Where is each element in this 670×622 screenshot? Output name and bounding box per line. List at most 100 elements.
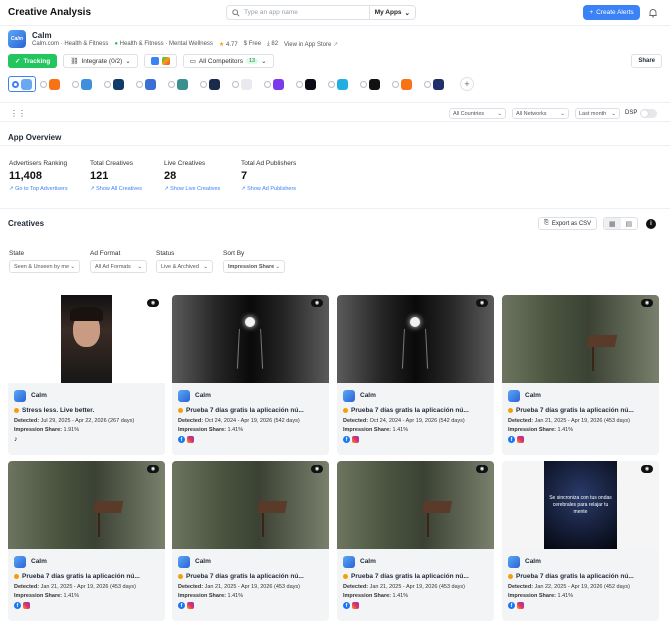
sliders-icon[interactable]: ⋮⋮ (10, 109, 26, 118)
competitor-item[interactable] (104, 76, 132, 92)
check-icon: ✓ (15, 58, 21, 65)
stat-link[interactable]: ↗ Show All Creatives (90, 186, 142, 192)
grid-view-icon[interactable]: ▦ (604, 218, 621, 229)
competitor-item[interactable] (136, 76, 164, 92)
competitor-item[interactable] (264, 76, 292, 92)
link-icon: ⛓ (70, 58, 79, 65)
store-link-label: View in App Store (284, 42, 332, 48)
tracking-button[interactable]: ✓ Tracking (8, 54, 58, 68)
creative-app-name: Calm (31, 392, 47, 399)
share-value: 1.41% (392, 427, 409, 433)
competitor-item[interactable] (232, 76, 260, 92)
creative-thumbnail[interactable]: ◉ (502, 295, 659, 383)
competitor-item[interactable] (8, 76, 36, 92)
radio-icon (168, 80, 175, 88)
creative-title: Prueba 7 días gratis la aplicación nú... (178, 573, 323, 580)
app-search[interactable]: Type an app name My Apps ⌄ (226, 5, 416, 20)
creative-card[interactable]: ◉ Calm Prueba 7 días gratis la aplicación … (8, 461, 165, 621)
competitor-app-icon (241, 78, 252, 90)
platform-icons: f (178, 436, 323, 443)
add-competitor-icon[interactable]: + (460, 77, 474, 91)
stat-link-label: Show Live Creatives (170, 186, 221, 192)
instagram-icon (352, 602, 359, 609)
creative-card[interactable]: ◉ Calm Prueba 7 días gratis la aplicación … (337, 461, 494, 621)
competitor-item[interactable] (200, 76, 228, 92)
networks-select[interactable]: All Networks ⌄ (512, 108, 569, 119)
creative-thumbnail[interactable]: Se sincroniza con tus ondas cerebrales p… (502, 461, 659, 549)
external-link-icon: ↗ (332, 42, 339, 48)
facebook-icon: f (178, 602, 185, 609)
creative-card[interactable]: ◉ Calm Prueba 7 días gratis la aplicación … (502, 295, 659, 455)
format-select[interactable]: All Ad Formats ⌄ (90, 260, 147, 273)
creative-card[interactable]: ◉ Calm Prueba 7 días gratis la aplicación … (172, 295, 329, 455)
list-view-icon[interactable]: ▤ (621, 218, 638, 229)
creative-thumbnail[interactable]: ◉ (8, 295, 165, 383)
my-apps-dropdown[interactable]: My Apps ⌄ (368, 6, 415, 19)
stat-label: Advertisers Ranking (9, 160, 68, 167)
competitor-item[interactable] (168, 76, 196, 92)
stat-link[interactable]: ↗ Show Ad Publishers (241, 186, 296, 192)
creative-impression-share: Impression Share: 1.41% (508, 427, 653, 433)
creative-card[interactable]: ◉ Calm Prueba 7 días gratis la aplicación … (172, 461, 329, 621)
creative-thumbnail[interactable]: ◉ (8, 461, 165, 549)
competitor-item[interactable] (424, 76, 452, 92)
countries-select[interactable]: All Countries ⌄ (449, 108, 506, 119)
app-name: Calm (32, 31, 52, 40)
search-input[interactable]: Type an app name (244, 9, 298, 16)
camera-icon: ◉ (147, 299, 159, 307)
sort-select[interactable]: Impression Share ⌄ (223, 260, 285, 273)
status-select[interactable]: Live & Archived ⌄ (156, 260, 213, 273)
radio-icon (424, 80, 431, 88)
radio-icon (40, 80, 47, 88)
competitor-item[interactable] (296, 76, 324, 92)
competitor-item[interactable] (360, 76, 388, 92)
detected-label: Detected: (178, 418, 204, 424)
radio-icon (328, 80, 335, 88)
chevron-down-icon: ⌄ (611, 110, 616, 117)
stat-link[interactable]: ↗ Show Live Creatives (164, 186, 220, 192)
creative-info: Calm Prueba 7 días gratis la aplicación n… (502, 383, 659, 455)
app-store-icon (150, 57, 159, 65)
store-toggle[interactable] (143, 54, 177, 68)
create-alerts-button[interactable]: + Create Alerts (583, 5, 640, 20)
creative-card[interactable]: ◉ Calm Prueba 7 días gratis la aplicación … (337, 295, 494, 455)
share-value: 1.41% (227, 593, 244, 599)
detected-label: Detected: (343, 584, 369, 590)
creative-detected: Detected: Oct 24, 2024 - Apr 19, 2026 (5… (178, 418, 323, 424)
creative-thumbnail[interactable]: ◉ (337, 461, 494, 549)
creative-info: Calm Prueba 7 días gratis la aplicación n… (502, 549, 659, 621)
competitors-dropdown[interactable]: ▭ All Competitors 13 ⌄ (182, 54, 274, 68)
competitor-app-icon (113, 78, 124, 90)
status-dot-icon (343, 574, 348, 579)
creative-thumbnail[interactable]: ◉ (337, 295, 494, 383)
share-button[interactable]: Share (631, 54, 662, 68)
stat-link[interactable]: ↗ Go to Top Advertisers (9, 186, 68, 192)
creative-card[interactable]: ◉ Calm Stress less. Live better. Detected: … (8, 295, 165, 455)
store-link[interactable]: View in App Store ↗ (284, 41, 338, 48)
creative-card[interactable]: Se sincroniza con tus ondas cerebrales p… (502, 461, 659, 621)
period-select[interactable]: Last month ⌄ (575, 108, 620, 119)
state-select[interactable]: Seen & Unseen by me ⌄ (9, 260, 80, 273)
creative-info: Calm Stress less. Live better. Detected: J… (8, 383, 165, 455)
format-value: All Ad Formats (95, 263, 131, 270)
status-value: Live & Archived (161, 263, 199, 270)
integrate-dropdown[interactable]: ⛓ Integrate (0/2) ⌄ (63, 54, 138, 68)
info-icon[interactable]: i (646, 219, 656, 229)
creative-title-text: Stress less. Live better. (22, 407, 95, 414)
app-overview: Advertisers Ranking 11,408 ↗ Go to Top A… (0, 145, 670, 205)
export-csv-button[interactable]: ⎘ Export as CSV (538, 217, 598, 230)
creative-detected: Detected: Oct 24, 2024 - Apr 19, 2026 (5… (343, 418, 488, 424)
competitor-item[interactable] (40, 76, 68, 92)
creative-title: Stress less. Live better. (14, 407, 159, 414)
status-dot-icon (343, 408, 348, 413)
camera-icon: ◉ (476, 299, 488, 307)
competitor-item[interactable] (328, 76, 356, 92)
competitor-item[interactable] (392, 76, 420, 92)
app-meta: Calm.com · Health & Fitness ● Health & F… (32, 41, 338, 48)
creative-thumbnail[interactable]: ◉ (172, 295, 329, 383)
view-toggle: ▦ ▤ (603, 217, 638, 230)
creative-thumbnail[interactable]: ◉ (172, 461, 329, 549)
dsp-toggle[interactable] (640, 109, 657, 118)
competitor-item[interactable] (72, 76, 100, 92)
bell-icon[interactable] (648, 8, 658, 18)
